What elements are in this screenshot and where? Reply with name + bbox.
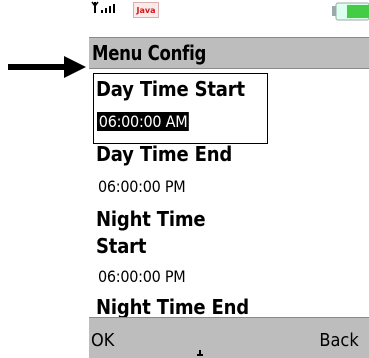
form-content: Day Time Start 06:00:00 AM Day Time End … bbox=[89, 69, 369, 317]
day-time-end-value[interactable]: 06:00:00 PM bbox=[98, 177, 186, 196]
title-bar: Menu Config bbox=[89, 37, 369, 69]
status-bar: Java bbox=[89, 0, 369, 37]
scroll-down-indicator-icon bbox=[197, 350, 203, 356]
night-time-start-value[interactable]: 06:00:00 PM bbox=[98, 267, 186, 286]
soft-key-bar: OK Back bbox=[89, 317, 369, 358]
ok-softkey[interactable]: OK bbox=[91, 330, 114, 351]
day-time-start-label: Day Time Start bbox=[96, 77, 245, 101]
night-time-end-label: Night Time End bbox=[96, 295, 249, 317]
night-time-start-label-line1: Night Time bbox=[96, 207, 206, 231]
phone-screen: Java Menu Config Day Time Start 06:00:00… bbox=[89, 0, 369, 358]
back-softkey[interactable]: Back bbox=[320, 330, 359, 351]
day-time-end-label: Day Time End bbox=[96, 142, 233, 166]
signal-bars-icon bbox=[91, 1, 115, 13]
battery-icon bbox=[332, 2, 369, 21]
page-title: Menu Config bbox=[92, 41, 207, 65]
day-time-start-value[interactable]: 06:00:00 AM bbox=[97, 112, 190, 131]
pointer-arrow-icon bbox=[8, 56, 86, 78]
night-time-start-label-line2: Start bbox=[96, 234, 147, 258]
java-badge-icon: Java bbox=[133, 2, 159, 18]
